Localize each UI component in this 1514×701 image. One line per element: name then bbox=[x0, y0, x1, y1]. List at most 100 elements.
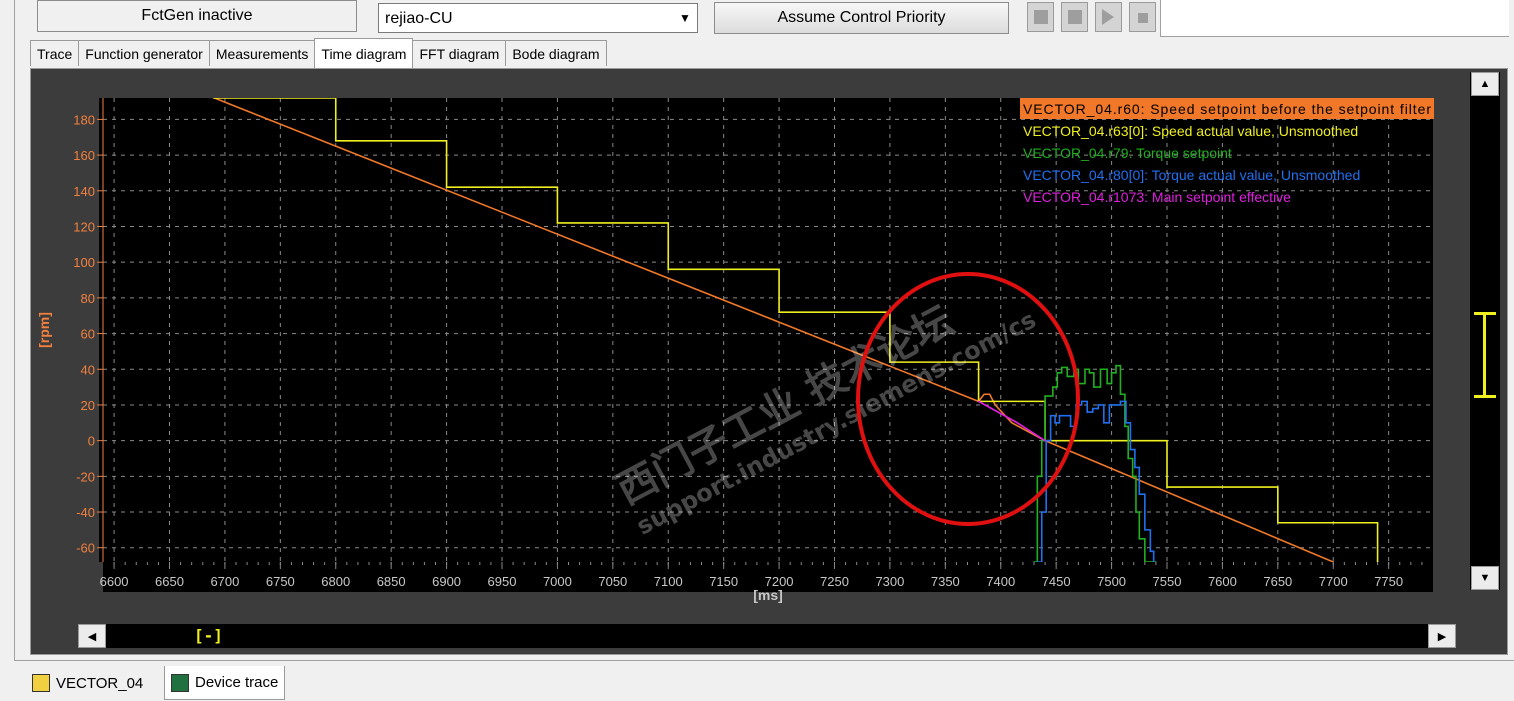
data-point bbox=[1040, 439, 1043, 442]
data-point bbox=[667, 268, 670, 271]
pause-icon[interactable] bbox=[1129, 2, 1156, 32]
vertical-scrollbar[interactable]: ▲ ▼ bbox=[1470, 72, 1500, 590]
data-point bbox=[1115, 364, 1117, 367]
function-generator-status-text: FctGen inactive bbox=[141, 7, 253, 24]
data-point bbox=[778, 311, 780, 313]
stop-icon[interactable] bbox=[1027, 2, 1054, 32]
x-tick-label: 6850 bbox=[377, 574, 406, 589]
y-tick-label: 60 bbox=[81, 327, 95, 342]
data-point bbox=[445, 186, 448, 189]
data-point bbox=[983, 393, 985, 396]
tab-bode-diagram[interactable]: Bode diagram bbox=[505, 40, 607, 66]
data-point bbox=[1106, 382, 1108, 385]
data-point bbox=[1066, 375, 1069, 378]
y-tick-label: 20 bbox=[81, 398, 95, 413]
data-point bbox=[1103, 422, 1105, 424]
assume-control-priority-label: Assume Control Priority bbox=[777, 9, 946, 26]
x-tick-label: 7450 bbox=[1042, 574, 1071, 589]
data-point bbox=[1049, 414, 1052, 417]
tab-fft-diagram[interactable]: FFT diagram bbox=[412, 40, 507, 66]
data-point bbox=[1099, 368, 1102, 371]
data-point bbox=[1134, 466, 1136, 469]
x-tick-label: 7700 bbox=[1319, 574, 1348, 589]
y-tick-label: -60 bbox=[76, 541, 95, 556]
horizontal-scroll-thumb[interactable]: [-] bbox=[194, 624, 223, 648]
y-tick-label: 120 bbox=[73, 219, 95, 234]
device-select[interactable]: rejiao-CU ▼ bbox=[378, 3, 698, 33]
x-axis-label: [ms] bbox=[753, 587, 783, 603]
data-point bbox=[988, 393, 991, 396]
y-tick-label: 40 bbox=[81, 362, 95, 377]
y-tick-label: -20 bbox=[76, 469, 95, 484]
time-diagram-panel: 6600 6650 6700 6750 6800 6850 6900 6950 7000 7050… bbox=[30, 68, 1508, 655]
data-point bbox=[1114, 404, 1116, 406]
scroll-down-icon[interactable]: ▼ bbox=[1471, 566, 1499, 590]
tab-trace[interactable]: Trace bbox=[30, 40, 80, 66]
horizontal-scrollbar[interactable]: ◀ ▶ [-] bbox=[78, 624, 1456, 648]
data-point bbox=[1129, 448, 1132, 451]
x-tick-label: 7750 bbox=[1374, 574, 1403, 589]
data-point bbox=[1088, 372, 1091, 374]
legend-entry: VECTOR_04.r1073: Main setpoint effective bbox=[1023, 189, 1291, 205]
tab-vector-04[interactable]: VECTOR_04 bbox=[26, 668, 149, 698]
tab-device-trace[interactable]: Device trace bbox=[164, 666, 286, 700]
y-tick-label: 100 bbox=[73, 255, 95, 270]
play-icon[interactable] bbox=[1095, 2, 1122, 32]
y-tick-label: 180 bbox=[73, 112, 95, 127]
tab-measurements[interactable]: Measurements bbox=[208, 40, 316, 66]
data-point bbox=[1108, 404, 1111, 406]
trace-icon bbox=[171, 673, 189, 692]
function-generator-status: FctGen inactive bbox=[37, 0, 357, 32]
tab-vector-04-label: VECTOR_04 bbox=[56, 674, 144, 692]
data-point bbox=[1084, 368, 1086, 371]
data-point bbox=[1086, 411, 1088, 413]
data-point bbox=[1097, 404, 1100, 406]
data-point bbox=[1138, 538, 1141, 540]
data-point bbox=[1058, 414, 1061, 417]
x-tick-label: 6800 bbox=[321, 574, 350, 589]
x-tick-label: 6700 bbox=[210, 574, 239, 589]
data-point bbox=[994, 404, 997, 406]
drive-icon bbox=[32, 674, 50, 692]
data-point bbox=[1124, 425, 1126, 428]
vertical-scroll-thumb[interactable] bbox=[1474, 312, 1496, 398]
data-point bbox=[1036, 475, 1039, 478]
data-point bbox=[1064, 414, 1066, 417]
data-point bbox=[556, 222, 559, 224]
data-point bbox=[977, 400, 980, 403]
x-tick-label: 7250 bbox=[820, 574, 849, 589]
data-point bbox=[1044, 439, 1046, 442]
x-tick-label: 7500 bbox=[1097, 574, 1126, 589]
data-point bbox=[1056, 372, 1059, 374]
scroll-up-icon[interactable]: ▲ bbox=[1471, 72, 1499, 96]
y-tick-label: 80 bbox=[81, 291, 95, 306]
tab-time-diagram[interactable]: Time diagram bbox=[314, 38, 414, 68]
chevron-down-icon[interactable]: ▼ bbox=[673, 4, 697, 32]
x-tick-label: 7050 bbox=[598, 574, 627, 589]
data-point bbox=[1138, 493, 1141, 495]
data-point bbox=[1044, 395, 1046, 397]
data-point bbox=[1080, 400, 1083, 403]
x-tick-label: 6600 bbox=[100, 574, 129, 589]
data-point bbox=[1144, 529, 1146, 531]
x-tick-label: 7600 bbox=[1208, 574, 1237, 589]
data-point bbox=[1093, 386, 1095, 388]
scroll-left-icon[interactable]: ◀ bbox=[78, 624, 106, 648]
data-point bbox=[1052, 386, 1054, 388]
data-point bbox=[1040, 511, 1043, 513]
x-tick-label: 7550 bbox=[1153, 574, 1182, 589]
data-point bbox=[1277, 521, 1279, 524]
x-tick-label: 7100 bbox=[654, 574, 683, 589]
data-point bbox=[334, 140, 337, 142]
scroll-right-icon[interactable]: ▶ bbox=[1428, 624, 1456, 648]
data-point bbox=[1119, 400, 1122, 403]
data-point bbox=[1060, 366, 1063, 369]
toolbar-frame bbox=[1160, 0, 1509, 37]
tab-function-generator[interactable]: Function generator bbox=[78, 40, 210, 66]
assume-control-priority-button[interactable]: Assume Control Priority bbox=[714, 2, 1009, 34]
bottom-tab-bar: VECTOR_04 Device trace bbox=[0, 660, 1514, 701]
stop-icon[interactable] bbox=[1061, 2, 1088, 32]
data-point bbox=[1149, 550, 1152, 553]
data-point bbox=[1054, 422, 1056, 424]
tab-bar: Trace Function generator Measurements Time … bbox=[30, 38, 607, 68]
